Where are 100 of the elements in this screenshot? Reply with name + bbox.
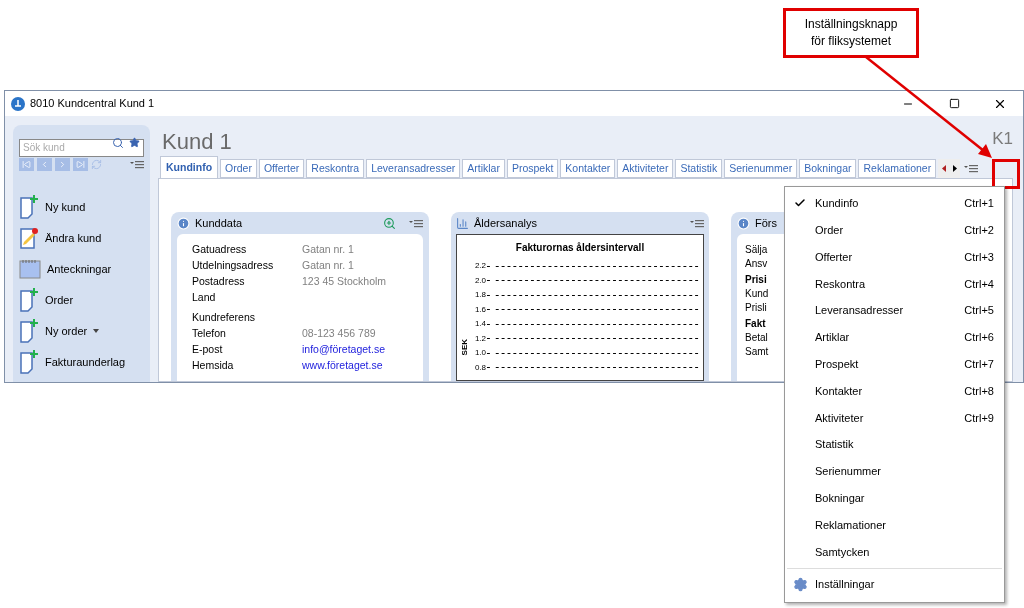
tab[interactable]: Leveransadresser bbox=[366, 159, 461, 178]
new-document-icon bbox=[19, 288, 39, 312]
new-document-icon bbox=[19, 350, 39, 374]
field-label: Samt bbox=[745, 345, 769, 358]
tab[interactable]: Aktiviteter bbox=[617, 159, 674, 178]
field-label: Fakt bbox=[745, 317, 766, 330]
right-arrow-icon bbox=[952, 165, 957, 172]
sidebar-action[interactable]: Order bbox=[19, 288, 74, 312]
menu-item[interactable]: Inställningar bbox=[787, 569, 1002, 600]
field-value: Gatan nr. 1 bbox=[302, 258, 354, 273]
zoom-in-icon[interactable] bbox=[383, 216, 396, 230]
tab[interactable]: Artiklar bbox=[462, 159, 505, 178]
tick-label: 1.6 bbox=[473, 304, 486, 315]
menu-item[interactable]: Aktiviteter Ctrl+9 bbox=[787, 404, 1002, 432]
menu-item[interactable]: Order Ctrl+2 bbox=[787, 216, 1002, 244]
app-logo-icon bbox=[11, 96, 25, 111]
link[interactable]: www.företaget.se bbox=[302, 358, 383, 374]
field-value: Gatan nr. 1 bbox=[302, 242, 354, 257]
window-title: 8010 Kundcentral Kund 1 bbox=[30, 96, 155, 112]
link[interactable]: info@företaget.se bbox=[302, 342, 386, 358]
sidebar-action[interactable]: Anteckningar bbox=[19, 257, 112, 281]
menu-icon[interactable] bbox=[964, 164, 979, 173]
edit-document-icon bbox=[19, 226, 39, 250]
field-label: Prisli bbox=[745, 301, 767, 314]
axis-label: SEK bbox=[460, 338, 470, 355]
menu-icon[interactable] bbox=[409, 218, 423, 228]
sidebar-action[interactable]: Ändra kund bbox=[19, 226, 102, 250]
tick-label: 1.4 bbox=[473, 319, 486, 330]
menu-item[interactable]: Reklamationer bbox=[787, 511, 1002, 539]
new-document-icon bbox=[19, 195, 39, 219]
field-label: Kund bbox=[745, 287, 769, 300]
notepad-icon bbox=[19, 259, 41, 279]
menu-item[interactable]: Samtycken bbox=[787, 538, 1002, 566]
callout-box: Inställningsknapp för fliksystemet bbox=[783, 8, 919, 58]
info-icon bbox=[177, 216, 190, 230]
menu-item[interactable]: Statistik bbox=[787, 431, 1002, 458]
search-icon[interactable] bbox=[112, 137, 124, 149]
search-field[interactable]: Sök kund bbox=[19, 138, 144, 157]
tab[interactable]: Prospekt bbox=[506, 159, 559, 178]
new-document-icon bbox=[19, 319, 39, 343]
sidebar-action[interactable]: Fakturaunderlag bbox=[19, 350, 126, 374]
tab[interactable]: Bokningar bbox=[799, 159, 857, 178]
menu-icon[interactable] bbox=[130, 160, 144, 169]
tick-label: 2.2 bbox=[473, 261, 486, 272]
field-value: 08-123 456 789 bbox=[302, 326, 376, 341]
menu-item[interactable]: Reskontra Ctrl+4 bbox=[787, 270, 1002, 298]
maximize-icon bbox=[948, 98, 960, 109]
menu-item[interactable]: Serienummer bbox=[787, 457, 1002, 485]
tick-label: 1.2 bbox=[473, 333, 486, 344]
menu-item[interactable]: Leveransadresser Ctrl+5 bbox=[787, 297, 1002, 324]
card-title: Förs bbox=[755, 215, 777, 231]
tab[interactable]: Offerter bbox=[258, 159, 305, 178]
tab[interactable]: Serienummer bbox=[724, 159, 798, 178]
info-icon bbox=[737, 216, 750, 230]
menu-item[interactable]: Bokningar bbox=[787, 484, 1002, 512]
field-label: E-post bbox=[192, 342, 224, 357]
field-label: Prisi bbox=[745, 273, 767, 286]
field-label: Sälja bbox=[745, 243, 768, 256]
arrow-icon bbox=[22, 160, 31, 169]
field-label: Ansv bbox=[745, 257, 768, 270]
tab[interactable]: Kundinfo bbox=[160, 156, 219, 178]
scroll-right-button[interactable] bbox=[949, 159, 961, 178]
tab[interactable]: Order bbox=[220, 159, 257, 178]
tick-label: 1.0 bbox=[473, 348, 486, 359]
card-title: Åldersanalys bbox=[474, 215, 537, 231]
bar-chart-icon bbox=[456, 216, 469, 230]
field-label: Postadress bbox=[192, 274, 246, 289]
field-label: Hemsida bbox=[192, 358, 235, 373]
tab[interactable]: Kontakter bbox=[560, 159, 616, 178]
field-label: Kundreferens bbox=[192, 310, 257, 325]
field-label: Land bbox=[192, 290, 217, 305]
field-label: Gatuadress bbox=[192, 242, 248, 257]
card-title: Kunddata bbox=[195, 215, 243, 231]
caret-icon bbox=[93, 329, 100, 333]
tab[interactable]: Reklamationer bbox=[858, 159, 937, 178]
field-label: Betal bbox=[745, 331, 768, 344]
left-arrow-icon bbox=[941, 165, 946, 172]
tick-label: 1.8 bbox=[473, 290, 486, 301]
star-icon[interactable] bbox=[129, 137, 140, 148]
field-value: 123 45 Stockholm bbox=[302, 274, 387, 289]
customer-heading: Kund 1 bbox=[162, 129, 232, 155]
menu-item[interactable]: Artiklar Ctrl+6 bbox=[787, 324, 1002, 351]
tick-label: 0.8 bbox=[473, 362, 486, 373]
customer-code: K1 bbox=[992, 127, 1013, 150]
menu-icon[interactable] bbox=[690, 218, 704, 228]
sidebar-action[interactable]: Ny order bbox=[19, 319, 100, 343]
scroll-left-button[interactable] bbox=[938, 159, 950, 178]
menu-item[interactable]: Kundinfo Ctrl+1 bbox=[787, 190, 1002, 217]
menu-item[interactable]: Kontakter Ctrl+8 bbox=[787, 377, 1002, 405]
arrow-icon bbox=[76, 160, 85, 169]
chart-title: Fakturornas åldersintervall bbox=[515, 241, 645, 255]
tab[interactable]: Reskontra bbox=[306, 159, 365, 178]
menu-item[interactable]: Offerter Ctrl+3 bbox=[787, 243, 1002, 271]
menu-item[interactable]: Prospekt Ctrl+7 bbox=[787, 350, 1002, 378]
field-label: Telefon bbox=[192, 326, 227, 341]
sidebar-action[interactable]: Ny kund bbox=[19, 195, 86, 219]
settings-icon bbox=[792, 576, 808, 592]
tab[interactable]: Statistik bbox=[675, 159, 723, 178]
tick-label: 2.0 bbox=[473, 275, 486, 286]
field-label: Utdelningsadress bbox=[192, 258, 275, 273]
